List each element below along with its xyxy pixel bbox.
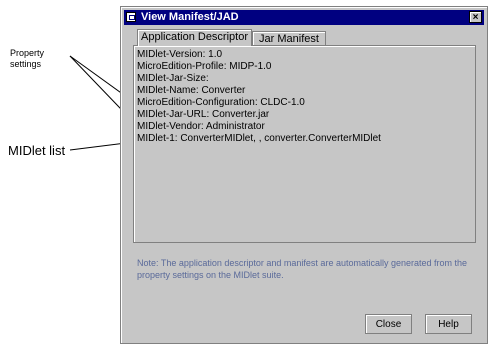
property-settings-label: Property settings [10,48,45,69]
descriptor-line: MicroEdition-Configuration: CLDC-1.0 [137,97,305,108]
descriptor-line: MicroEdition-Profile: MIDP-1.0 [137,61,272,72]
midlet-list-label: MIDlet list [8,143,66,158]
descriptor-line: MIDlet-Version: 1.0 [137,49,223,60]
descriptor-line: MIDlet-Vendor: Administrator [137,121,265,132]
descriptor-line: MIDlet-Jar-Size: [137,73,209,84]
close-button[interactable]: Close [365,314,412,334]
note-text: Note: The application descriptor and man… [137,258,468,280]
descriptor-line: MIDlet-Jar-URL: Converter.jar [137,109,270,120]
dialog-title: View Manifest/JAD [141,11,239,23]
view-manifest-dialog: View Manifest/JAD × Application Descript… [120,6,488,344]
tab-jar-manifest[interactable]: Jar Manifest [252,31,326,46]
window-icon [126,12,136,22]
tab-application-descriptor[interactable]: Application Descriptor [137,29,252,46]
help-button[interactable]: Help [425,314,472,334]
close-icon[interactable]: × [469,11,482,23]
title-bar[interactable]: View Manifest/JAD × [124,10,484,25]
descriptor-text-area[interactable]: MIDlet-Version: 1.0 MicroEdition-Profile… [133,45,476,243]
descriptor-line: MIDlet-Name: Converter [137,85,246,96]
descriptor-line: MIDlet-1: ConverterMIDlet, , converter.C… [137,133,381,144]
